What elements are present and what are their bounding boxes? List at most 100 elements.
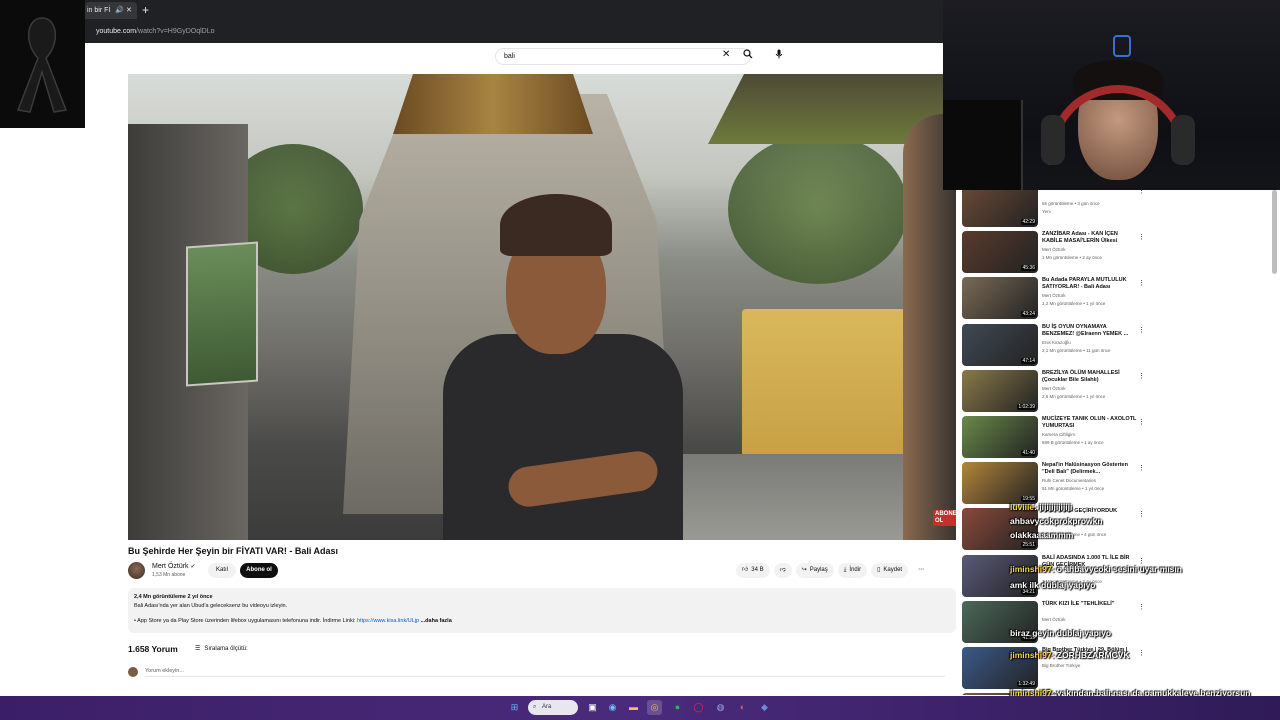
chat-username: jiminshi97 [1010,564,1052,574]
recommendation-channel[interactable]: Mert Öztürk [1042,293,1066,298]
video-thumbnail[interactable]: 45:36 [962,231,1038,274]
search-input[interactable]: bali [495,48,751,65]
recommendation-channel[interactable]: Ruhi Cenet Documentaries [1042,478,1096,483]
webcam-background [1113,35,1131,57]
windows-start-icon[interactable]: ⊞ [507,700,522,715]
task-view-icon[interactable]: ▣ [585,700,600,715]
join-button[interactable]: Katıl [208,563,236,578]
recommendation-title[interactable]: BU İŞ OYUN OYNAMAYA BENZEMEZ! @Elraenn Y… [1042,324,1138,338]
url-host: youtube.com [96,28,137,35]
video-thumbnail[interactable]: 19:55 [962,462,1038,505]
url-field[interactable]: youtube.com/watch?v=H9GyDOqlDLo [90,24,930,39]
recommendation-item[interactable]: 47:14 BU İŞ OYUN OYNAMAYA BENZEMEZ! @Elra… [962,323,1152,368]
address-bar[interactable]: youtube.com/watch?v=H9GyDOqlDLo [0,20,943,43]
close-tab-icon[interactable]: ✕ [126,2,132,19]
download-button[interactable]: ⤓ İndir [837,563,868,578]
recommendation-item[interactable]: 41:40 MUCİZEYE TANIK OLUN - AXOLOTL YUMUR… [962,416,1152,460]
comments-count: 1.658 Yorum [128,644,178,654]
screen: in bir Fİ 🔊 ✕ + youtube.com/watch?v=H9Gy… [0,0,1280,720]
recommendation-title[interactable]: Nepal'in Halüsinasyon Gösterten "Deli Ba… [1042,462,1138,476]
more-options-icon[interactable]: ⋮ [1138,418,1145,426]
recommendation-meta: Yeni [1042,209,1051,214]
video-thumbnail[interactable]: 43:24 [962,277,1038,320]
chat-message: olakkaaaammm [1010,530,1073,540]
video-player[interactable]: ABONE OL [128,74,956,540]
chat-message: luviiie: jijijijijijiji [1010,502,1072,512]
recommendation-title[interactable]: MUCİZEYE TANIK OLUN - AXOLOTL YUMURTASI [1042,416,1138,430]
headset [1171,115,1195,165]
more-options-icon[interactable]: ⋮ [1138,233,1145,241]
subscribe-watermark[interactable]: ABONE OL [933,510,956,526]
recommendation-item[interactable]: 1:02:39 BREZİLYA ÖLÜM MAHALLESİ (Çocuklar… [962,369,1152,414]
subscribe-button[interactable]: Abone ol [240,563,278,578]
description-line: • App Store ya da Play Store üzerinden l… [134,617,950,626]
webcam-background [943,100,1023,190]
scrollbar[interactable] [1272,190,1277,274]
chat-message: biraz geyin dublaj yapıyo [1010,628,1111,638]
headset [1041,115,1065,165]
video-thumbnail[interactable]: 1:02:39 [962,369,1038,412]
chat-username: jiminshi97 [1010,650,1052,660]
discord-icon[interactable]: ◆ [757,700,772,715]
video-thumbnail[interactable]: 41:40 [962,416,1038,458]
chat-text: olakkaaaammm [1010,530,1074,540]
recommendation-item[interactable]: 43:24 Bu Adada PARAYLA MUTLULUK SATIYORLA… [962,277,1152,321]
chat-text: : ZORHBZARMCVK [1051,650,1130,660]
video-thumbnail[interactable]: 47:14 [962,323,1038,366]
steam-icon[interactable]: ◍ [713,700,728,715]
comment-input[interactable]: Yorum ekleyin... [145,668,945,677]
recommendation-item[interactable]: 45:36 ZANZİBAR Adası - KAN İÇEN KABİLE MA… [962,231,1152,275]
video-title: Bu Şehirde Her Şeyin bir FİYATI VAR! - B… [128,546,339,556]
more-options-icon[interactable]: ⋮ [1138,464,1145,472]
file-explorer-icon[interactable]: ▬ [626,700,641,715]
video-actions: 👍︎ 34 B 👎︎ ↪ Paylaş ⤓ İndir ▯ Kaydet ⋯ [736,563,930,578]
recommendation-channel[interactable]: Kamera Ciftligim [1042,432,1075,437]
edge-icon[interactable]: ◉ [605,700,620,715]
description-link[interactable]: https://www.kisa.link/ULjp [357,618,419,624]
speaker-icon[interactable]: 🔊 [115,2,124,19]
recommendation-channel[interactable]: 65 görüntüleme • 3 gün önce [1042,201,1100,206]
recommendation-title[interactable]: ZANZİBAR Adası - KAN İÇEN KABİLE MASAİ'L… [1042,231,1138,245]
clear-search-icon[interactable]: ✕ [722,49,730,60]
description-text: • App Store ya da Play Store üzerinden l… [134,618,356,624]
chat-message: jiminshi97: ZORHBZARMCVK [1010,650,1130,660]
recommendation-title[interactable]: BREZİLYA ÖLÜM MAHALLESİ (Çocuklar Bile S… [1042,370,1138,384]
sort-button[interactable]: ☰ Sıralama ölçütü: [195,645,248,653]
recommendation-channel[interactable]: Mert Öztürk [1042,247,1066,252]
recommendation-title[interactable]: Bu Adada PARAYLA MUTLULUK SATIYORLAR! - … [1042,277,1138,291]
save-button[interactable]: ▯ Kaydet [871,563,909,578]
recommendation-channel[interactable]: Enis Kirazoğlu [1042,340,1071,345]
video-duration: 41:40 [1021,450,1036,456]
browser-tab[interactable]: in bir Fİ 🔊 ✕ [85,2,137,19]
spotify-icon[interactable]: ● [670,700,685,715]
microphone-icon[interactable] [775,49,783,61]
recommendation-item[interactable]: 42:29 65 görüntüleme • 3 gün önce Yeni ⋮ [962,185,1152,229]
browser-icon[interactable]: ◐ [735,700,750,715]
video-description[interactable]: 2,4 Mn görüntüleme 2 yıl önce Bali Adası… [128,588,956,633]
video-thumbnail[interactable]: 42:29 [962,185,1038,227]
show-more-button[interactable]: ...daha fazla [421,618,452,624]
more-options-icon[interactable]: ⋮ [1138,326,1145,334]
opera-icon[interactable]: ◯ [691,700,706,715]
channel-avatar[interactable] [128,562,145,579]
more-options-icon[interactable]: ⋮ [1138,279,1145,287]
taskbar-search[interactable]: ⌕ Ara [528,700,578,715]
recommendation-meta: 91 Mn görüntüleme • 1 yıl önce [1042,486,1105,492]
dislike-button[interactable]: 👎︎ [773,563,792,578]
search-icon[interactable] [743,49,753,61]
chat-text: : jijijijijijiji [1034,502,1073,512]
channel-name[interactable]: Mert Öztürk ✔ [152,563,196,570]
video-frame-detail [393,74,593,134]
verified-icon: ✔ [190,564,196,570]
like-button[interactable]: 👍︎ 34 B [736,563,770,578]
tab-title: in bir Fİ [87,7,111,14]
more-options-icon[interactable]: ⋮ [1138,372,1145,380]
share-button[interactable]: ↪ Paylaş [795,563,834,578]
chrome-icon[interactable]: ◎ [647,700,662,715]
new-tab-button[interactable]: + [142,2,149,18]
taskbar-search-label: Ara [542,704,552,710]
recommendation-channel[interactable]: Mert Öztürk [1042,386,1066,391]
share-icon: ↪ [801,567,807,573]
more-actions-button[interactable]: ⋯ [912,563,930,578]
video-duration: 42:29 [1021,219,1036,225]
